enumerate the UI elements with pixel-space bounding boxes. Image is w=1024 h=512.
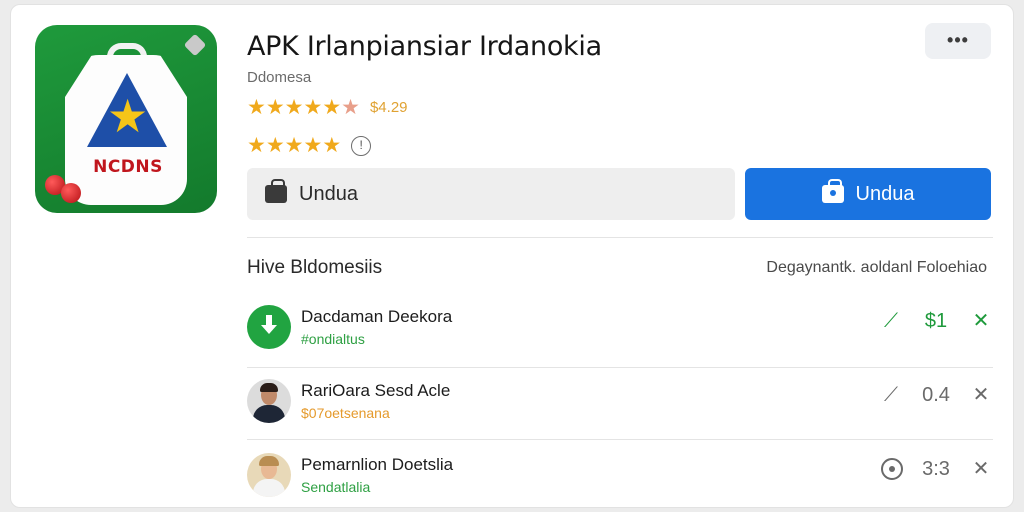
star-icon: ★ (265, 96, 285, 119)
download-icon (247, 305, 291, 349)
cherry-icon (61, 183, 81, 203)
list-item-subtitle: #ondialtus (301, 331, 365, 347)
button-label: Undua (855, 182, 915, 205)
list-item-name: RariOara Sesd Acle (301, 381, 451, 400)
share-icon[interactable]: ✕ (969, 383, 993, 407)
list-item-value: 0.4 (922, 383, 950, 406)
avatar (247, 453, 291, 497)
list-item[interactable]: Pemarnlion Doetslia Sendatlalia 3:3 ✕ (247, 447, 993, 507)
app-brand-text: NCDNS (93, 157, 163, 177)
list-item[interactable]: Dacdaman Deekora #ondialtus ⟋ $1 ✕ (247, 299, 993, 359)
divider (247, 367, 993, 368)
star-icon: ★ (303, 134, 323, 157)
list-item-value: $1 (924, 309, 948, 332)
star-icon: ★ (303, 96, 323, 119)
app-icon: ★ NCDNS (35, 25, 217, 213)
shopping-bag-icon (265, 179, 287, 203)
logo-star-icon: ★ (107, 90, 149, 142)
shopping-bag-icon (821, 179, 844, 203)
list-item-subtitle: Sendatlalia (301, 479, 371, 495)
link-icon[interactable]: ⟋ (879, 383, 903, 407)
star-icon: ★ (247, 134, 266, 157)
share-icon[interactable]: ✕ (969, 457, 993, 481)
divider (247, 439, 993, 440)
rating-stars: ★ ★ ★ ★ ★ ★ (247, 97, 360, 118)
app-card: ★ NCDNS APK Irlanpiansiar Irdanokia Ddom… (10, 4, 1014, 508)
rating-row-secondary: ★ ★ ★ ★ ★ ! (247, 135, 372, 156)
list-item-name: Pemarnlion Doetslia (301, 455, 454, 474)
button-label: Undua (299, 182, 358, 205)
star-icon: ★ (322, 134, 342, 157)
list-item-value: 3:3 (922, 457, 950, 480)
rating-row: ★ ★ ★ ★ ★ ★ $4.29 (247, 97, 408, 118)
list-item-subtitle: $07oetsenana (301, 405, 390, 421)
list-item-actions: 3:3 ✕ (881, 457, 993, 481)
star-icon: ★ (265, 134, 285, 157)
app-title: APK Irlanpiansiar Irdanokia (247, 31, 602, 62)
avatar (247, 379, 291, 423)
share-icon[interactable]: ✕ (969, 309, 993, 333)
link-icon[interactable]: ⟋ (879, 309, 903, 333)
list-item-actions: ⟋ 0.4 ✕ (879, 383, 993, 407)
list-item[interactable]: RariOara Sesd Acle $07oetsenana ⟋ 0.4 ✕ (247, 373, 993, 433)
section-title: Hive Bldomesiis (247, 257, 383, 278)
download-secondary-button[interactable]: Undua (247, 168, 735, 220)
star-icon: ★ (322, 96, 342, 119)
list-item-actions: ⟋ $1 ✕ (879, 309, 993, 333)
section-link[interactable]: Degaynantk. aoldanl Foloehiao (766, 259, 987, 277)
info-circle-icon[interactable]: ! (351, 135, 372, 156)
app-price: $4.29 (369, 99, 408, 116)
app-developer: Ddomesa (247, 69, 312, 86)
more-options-button[interactable]: ••• (925, 23, 991, 59)
star-icon: ★ (341, 96, 360, 119)
list-item-name: Dacdaman Deekora (301, 307, 453, 326)
star-icon: ★ (247, 96, 266, 119)
rating-stars: ★ ★ ★ ★ ★ (247, 135, 341, 156)
star-icon: ★ (284, 96, 304, 119)
star-icon: ★ (284, 134, 304, 157)
download-primary-button[interactable]: Undua (745, 168, 991, 220)
divider (247, 237, 993, 238)
record-icon[interactable] (881, 458, 903, 480)
pin-icon (183, 33, 207, 57)
